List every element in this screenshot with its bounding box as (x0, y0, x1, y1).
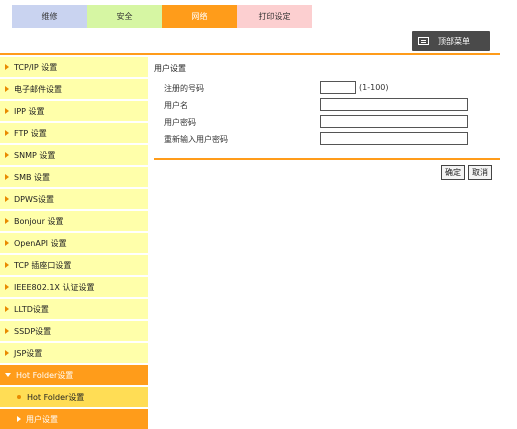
sidebar-item-label: TCP 插座口设置 (14, 260, 72, 270)
form-row-confirm-password: 重新输入用户密码 (154, 131, 500, 147)
main-content: 用户设置 注册的号码 (1-100) 用户名 用户密码 重新输入用户密码 (154, 63, 500, 148)
sidebar-item-hot-folder-group[interactable]: Hot Folder设置 (0, 365, 148, 385)
sidebar-item-tcpip[interactable]: TCP/IP 设置 (0, 57, 148, 77)
sidebar: TCP/IP 设置 电子邮件设置 IPP 设置 FTP 设置 SNMP 设置 S… (0, 57, 148, 429)
sidebar-item-label: 用户设置 (26, 414, 58, 424)
content-divider (154, 158, 500, 160)
sidebar-item-label: Hot Folder设置 (16, 370, 74, 380)
sidebar-item-ssdp[interactable]: SSDP设置 (0, 321, 148, 341)
sidebar-item-label: IPP 设置 (14, 106, 45, 116)
chevron-right-icon (5, 218, 9, 224)
chevron-right-icon (5, 108, 9, 114)
ok-button[interactable]: 确定 (441, 165, 465, 180)
chevron-right-icon (5, 64, 9, 70)
sidebar-item-label: SMB 设置 (14, 172, 51, 182)
sidebar-item-openapi[interactable]: OpenAPI 设置 (0, 233, 148, 253)
chevron-right-icon (5, 196, 9, 202)
cancel-button[interactable]: 取消 (468, 165, 492, 180)
sidebar-item-ipp[interactable]: IPP 设置 (0, 101, 148, 121)
form-row-registered-number: 注册的号码 (1-100) (154, 80, 500, 96)
sidebar-item-label: DPWS设置 (14, 194, 54, 204)
sidebar-item-snmp[interactable]: SNMP 设置 (0, 145, 148, 165)
chevron-right-icon (5, 174, 9, 180)
sidebar-item-smb[interactable]: SMB 设置 (0, 167, 148, 187)
form-actions: 确定 取消 (441, 165, 492, 180)
sidebar-item-label: FTP 设置 (14, 128, 47, 138)
sidebar-item-label: SSDP设置 (14, 326, 52, 336)
bullet-icon (17, 395, 21, 399)
chevron-right-icon (17, 416, 21, 422)
chevron-right-icon (5, 262, 9, 268)
form-row-username: 用户名 (154, 97, 500, 113)
sidebar-item-label: Bonjour 设置 (14, 216, 64, 226)
tab-network[interactable]: 网络 (162, 5, 237, 28)
field-label: 用户密码 (164, 118, 196, 127)
sidebar-item-jsp[interactable]: JSP设置 (0, 343, 148, 363)
chevron-right-icon (5, 350, 9, 356)
chevron-down-icon (5, 373, 11, 377)
page-title: 用户设置 (154, 64, 186, 73)
sidebar-item-ieee8021x[interactable]: IEEE802.1X 认证设置 (0, 277, 148, 297)
sidebar-item-label: LLTD设置 (14, 304, 49, 314)
tab-security[interactable]: 安全 (87, 5, 162, 28)
sidebar-item-label: JSP设置 (14, 348, 43, 358)
sidebar-item-dpws[interactable]: DPWS设置 (0, 189, 148, 209)
username-input[interactable] (320, 98, 468, 111)
sidebar-item-label: Hot Folder设置 (27, 392, 85, 402)
range-hint: (1-100) (359, 83, 389, 92)
chevron-right-icon (5, 328, 9, 334)
sidebar-item-lltd[interactable]: LLTD设置 (0, 299, 148, 319)
sidebar-item-email[interactable]: 电子邮件设置 (0, 79, 148, 99)
top-menu-button[interactable]: 顶部菜单 (412, 31, 490, 51)
sidebar-item-label: SNMP 设置 (14, 150, 56, 160)
confirm-password-input[interactable] (320, 132, 468, 145)
field-label: 注册的号码 (164, 84, 204, 93)
sidebar-item-bonjour[interactable]: Bonjour 设置 (0, 211, 148, 231)
form-row-password: 用户密码 (154, 114, 500, 130)
sidebar-item-tcp-socket[interactable]: TCP 插座口设置 (0, 255, 148, 275)
top-tabs: 维修 安全 网络 打印设定 (12, 5, 312, 28)
sidebar-item-label: IEEE802.1X 认证设置 (14, 282, 95, 292)
chevron-right-icon (5, 130, 9, 136)
top-menu-label: 顶部菜单 (438, 36, 470, 46)
tab-print-settings[interactable]: 打印设定 (237, 5, 312, 28)
sidebar-subitem-user-settings[interactable]: 用户设置 (0, 409, 148, 429)
chevron-right-icon (5, 306, 9, 312)
menu-icon (418, 37, 429, 45)
chevron-right-icon (5, 284, 9, 290)
sidebar-item-ftp[interactable]: FTP 设置 (0, 123, 148, 143)
header-divider (0, 53, 500, 55)
sidebar-item-label: 电子邮件设置 (14, 84, 62, 94)
tab-maintenance[interactable]: 维修 (12, 5, 87, 28)
chevron-right-icon (5, 240, 9, 246)
chevron-right-icon (5, 152, 9, 158)
field-label: 用户名 (164, 101, 188, 110)
sidebar-item-label: OpenAPI 设置 (14, 238, 67, 248)
sidebar-subitem-hot-folder[interactable]: Hot Folder设置 (0, 387, 148, 407)
password-input[interactable] (320, 115, 468, 128)
sidebar-item-label: TCP/IP 设置 (14, 62, 58, 72)
registered-number-input[interactable] (320, 81, 356, 94)
field-label: 重新输入用户密码 (164, 135, 228, 144)
chevron-right-icon (5, 86, 9, 92)
